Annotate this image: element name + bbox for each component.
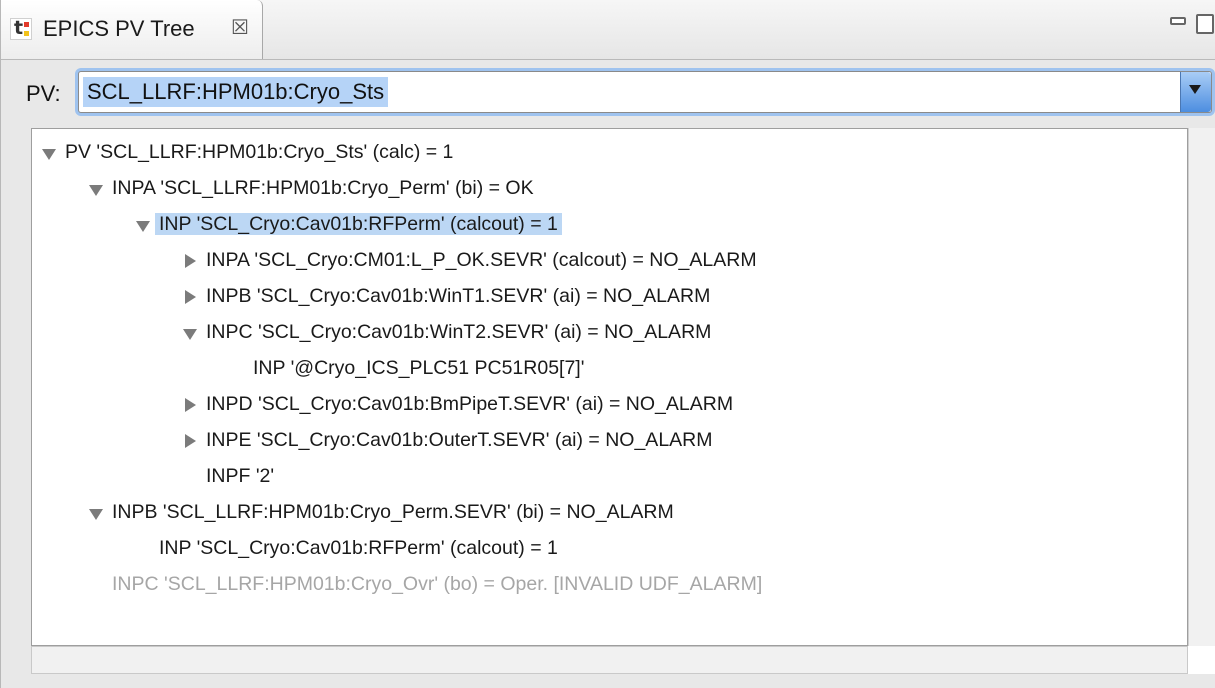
tree-node-label: INPA 'SCL_Cryo:CM01:L_P_OK.SEVR' (calcou…: [206, 249, 757, 271]
expanded-triangle-icon[interactable]: [86, 179, 108, 199]
tree-node[interactable]: INPA 'SCL_Cryo:CM01:L_P_OK.SEVR' (calcou…: [180, 246, 761, 274]
tree-node-label: INPE 'SCL_Cryo:Cav01b:OuterT.SEVR' (ai) …: [206, 429, 713, 451]
pv-combo-field[interactable]: SCL_LLRF:HPM01b:Cryo_Sts: [78, 71, 1212, 113]
tree-node-label: INPB 'SCL_Cryo:Cav01b:WinT1.SEVR' (ai) =…: [206, 285, 711, 307]
collapsed-triangle-icon[interactable]: [180, 287, 202, 307]
vertical-scrollbar[interactable]: [1188, 128, 1215, 646]
chevron-down-icon[interactable]: [1180, 72, 1211, 112]
tree-node[interactable]: INPD 'SCL_Cryo:Cav01b:BmPipeT.SEVR' (ai)…: [180, 390, 737, 418]
tab-title: EPICS PV Tree: [43, 16, 195, 41]
tree-node-label: INP 'SCL_Cryo:Cav01b:RFPerm' (calcout) =…: [159, 537, 558, 559]
tree-node[interactable]: INPF '2': [180, 462, 278, 490]
expanded-triangle-icon[interactable]: [180, 323, 202, 343]
expanded-triangle-icon[interactable]: [133, 215, 155, 235]
tree-node[interactable]: INP 'SCL_Cryo:Cav01b:RFPerm' (calcout) =…: [133, 534, 562, 562]
view-window-controls: [1170, 14, 1215, 34]
tree-node-label: INP '@Cryo_ICS_PLC51 PC51R05[7]': [253, 357, 585, 379]
scrollbar-corner: [1188, 646, 1215, 674]
tab-epics-pv-tree[interactable]: t EPICS PV Tree ☒: [1, 0, 263, 59]
view-bottom-border: [1, 674, 1215, 688]
collapsed-triangle-icon[interactable]: [180, 431, 202, 451]
tree-node-label: INP 'SCL_Cryo:Cav01b:RFPerm' (calcout) =…: [155, 213, 562, 235]
tree-node-label: INPC 'SCL_Cryo:Cav01b:WinT2.SEVR' (ai) =…: [206, 321, 712, 343]
epics-pv-tree-view: t EPICS PV Tree ☒ PV: SCL_LLRF:HPM01b:Cr…: [0, 0, 1215, 688]
tree-node-label: INPD 'SCL_Cryo:Cav01b:BmPipeT.SEVR' (ai)…: [206, 393, 734, 415]
tree-node-label: INPA 'SCL_LLRF:HPM01b:Cryo_Perm' (bi) = …: [112, 177, 534, 199]
minimize-icon[interactable]: [1170, 17, 1186, 25]
tree-node[interactable]: INPB 'SCL_LLRF:HPM01b:Cryo_Perm.SEVR' (b…: [86, 498, 678, 526]
pv-tree[interactable]: PV 'SCL_LLRF:HPM01b:Cryo_Sts' (calc) = 1…: [31, 128, 1188, 646]
tree-node-label: INPC 'SCL_LLRF:HPM01b:Cryo_Ovr' (bo) = O…: [112, 573, 763, 595]
horizontal-scrollbar[interactable]: [31, 646, 1188, 674]
expanded-triangle-icon[interactable]: [39, 143, 61, 163]
tree-node-label: INPB 'SCL_LLRF:HPM01b:Cryo_Perm.SEVR' (b…: [112, 501, 674, 523]
tree-node[interactable]: INPC 'SCL_LLRF:HPM01b:Cryo_Ovr' (bo) = O…: [86, 570, 766, 598]
collapsed-triangle-icon[interactable]: [180, 251, 202, 271]
tree-node[interactable]: INPE 'SCL_Cryo:Cav01b:OuterT.SEVR' (ai) …: [180, 426, 717, 454]
tree-node[interactable]: INP '@Cryo_ICS_PLC51 PC51R05[7]': [227, 354, 588, 382]
close-icon[interactable]: ☒: [231, 16, 249, 40]
epics-tree-icon: t: [10, 17, 32, 40]
pv-input-row: PV: SCL_LLRF:HPM01b:Cryo_Sts: [1, 59, 1215, 129]
tree-node[interactable]: INPB 'SCL_Cryo:Cav01b:WinT1.SEVR' (ai) =…: [180, 282, 714, 310]
tree-node[interactable]: PV 'SCL_LLRF:HPM01b:Cryo_Sts' (calc) = 1: [39, 138, 457, 166]
tree-node-label: INPF '2': [206, 465, 275, 487]
pv-label: PV:: [26, 81, 61, 106]
tree-node-label: PV 'SCL_LLRF:HPM01b:Cryo_Sts' (calc) = 1: [65, 141, 454, 163]
tree-node[interactable]: INP 'SCL_Cryo:Cav01b:RFPerm' (calcout) =…: [133, 210, 562, 238]
maximize-icon[interactable]: [1196, 14, 1214, 34]
expanded-triangle-icon[interactable]: [86, 503, 108, 523]
tree-node[interactable]: INPA 'SCL_LLRF:HPM01b:Cryo_Perm' (bi) = …: [86, 174, 538, 202]
tree-node[interactable]: INPC 'SCL_Cryo:Cav01b:WinT2.SEVR' (ai) =…: [180, 318, 715, 346]
pv-input[interactable]: SCL_LLRF:HPM01b:Cryo_Sts: [83, 77, 389, 107]
collapsed-triangle-icon[interactable]: [180, 395, 202, 415]
view-tab-bar: t EPICS PV Tree ☒: [1, 0, 1215, 60]
